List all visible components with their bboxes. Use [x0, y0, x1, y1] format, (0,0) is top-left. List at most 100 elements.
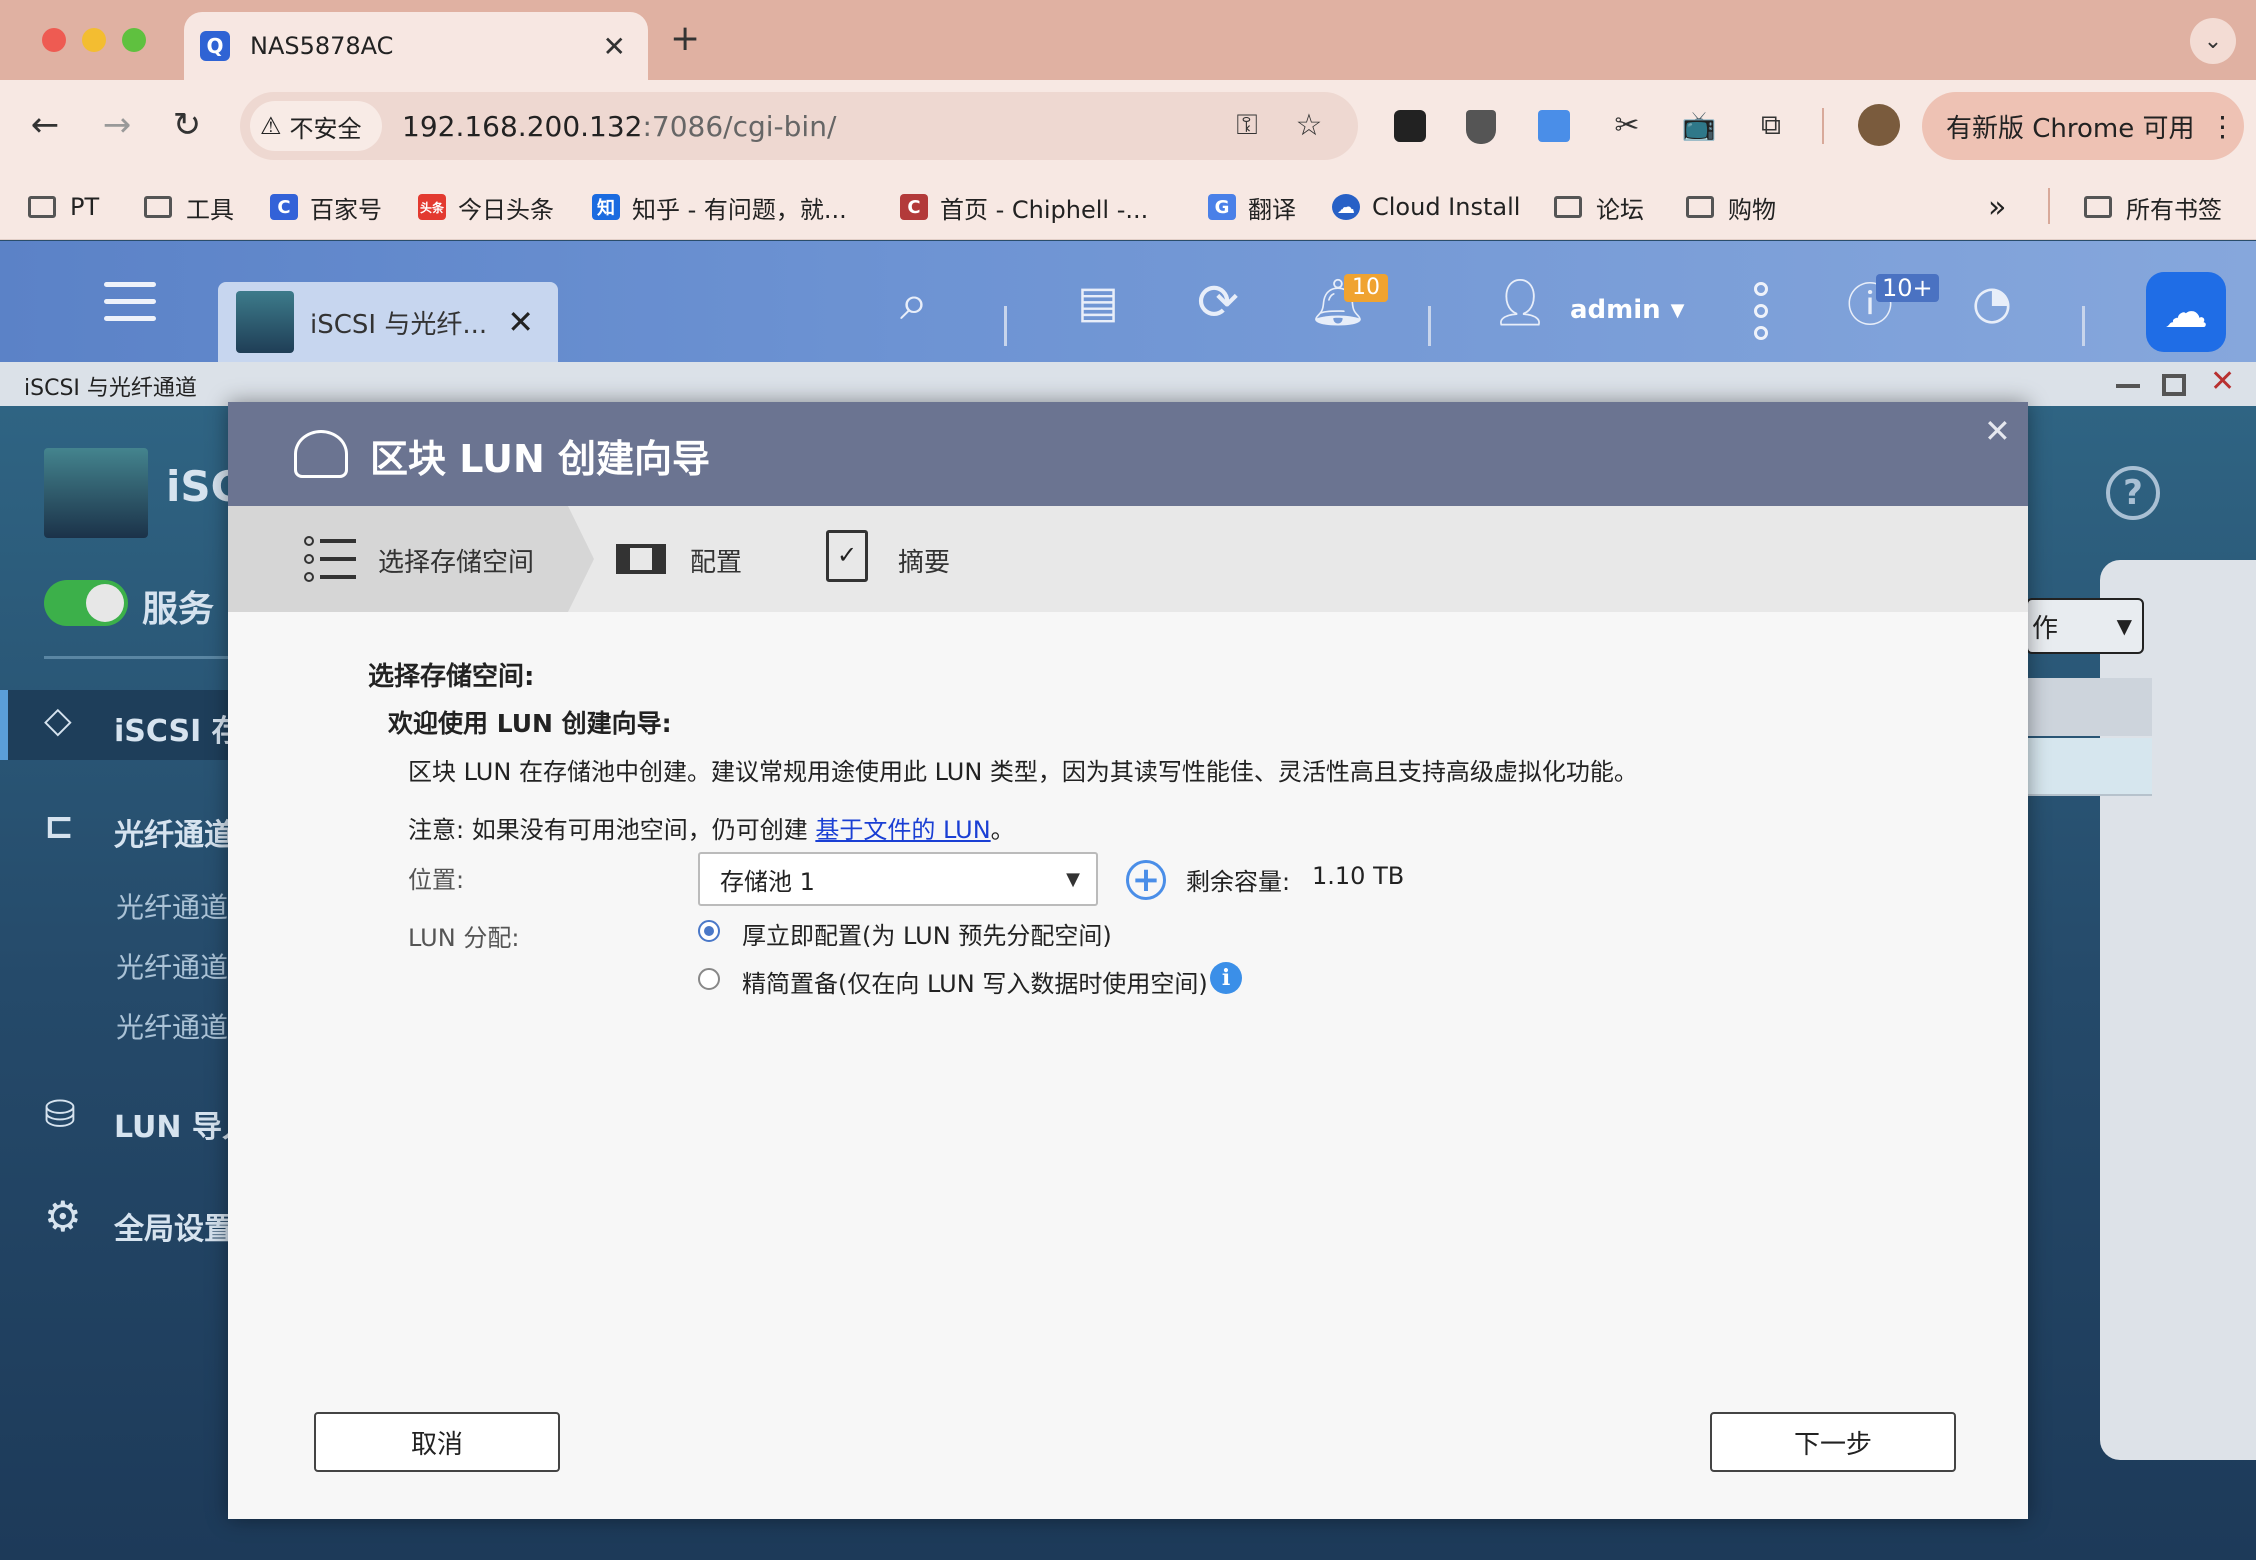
chrome-update-button[interactable]: 有新版 Chrome 可用 ⋮: [1922, 92, 2244, 160]
table-header-row: [2028, 678, 2152, 736]
step-arrow: [568, 506, 594, 612]
extension-shield-icon[interactable]: [1466, 110, 1496, 144]
user-menu[interactable]: admin ▼: [1570, 290, 1685, 330]
profile-avatar[interactable]: [1858, 104, 1900, 146]
resource-monitor-gauge-icon[interactable]: ◔: [1958, 268, 2026, 336]
help-icon[interactable]: ?: [2106, 466, 2160, 520]
bookmark-pt[interactable]: PT: [28, 174, 99, 240]
sidebar-item-fc[interactable]: 光纤通道: [114, 810, 234, 854]
sidebar-divider: [44, 656, 234, 659]
wizard-steps: 选择存储空间 配置 ✓ 摘要: [228, 506, 2028, 612]
qts-app-tab[interactable]: iSCSI 与光纤... ✕: [218, 282, 558, 362]
bookmark-baijiahao[interactable]: C 百家号: [270, 174, 382, 240]
wizard-close-icon[interactable]: ✕: [1984, 412, 2011, 450]
more-options-icon[interactable]: [1754, 282, 1770, 340]
top-bar-divider: [1428, 306, 1431, 346]
forward-icon[interactable]: →: [92, 100, 142, 150]
bookmark-chiphell[interactable]: C 首页 - Chiphell -...: [900, 174, 1148, 240]
chrome-update-label: 有新版 Chrome 可用: [1946, 113, 2195, 144]
extension-translate-icon[interactable]: [1538, 110, 1570, 142]
bookmark-zhihu[interactable]: 知知乎 - 有问题，就...: [592, 174, 847, 240]
sidebar-subitem-fc-2[interactable]: 光纤通道: [116, 946, 228, 986]
new-tab-icon[interactable]: +: [670, 18, 700, 59]
bookmark-tools[interactable]: 工具: [144, 174, 234, 240]
qts-app-tab-label: iSCSI 与光纤...: [310, 309, 488, 340]
bookmark-shopping[interactable]: 购物: [1686, 174, 1776, 240]
section-title: 选择存储空间:: [368, 662, 535, 692]
app-window-title: iSCSI 与光纤通道: [24, 376, 197, 401]
file-based-lun-link[interactable]: 基于文件的 LUN: [815, 816, 990, 844]
bookmark-forum[interactable]: 论坛: [1554, 174, 1644, 240]
back-icon[interactable]: ←: [20, 100, 70, 150]
maximize-window-button[interactable]: [122, 28, 146, 52]
bookmarks-overflow-icon[interactable]: »: [1988, 174, 2006, 240]
chrome-menu-icon: ⋮: [2208, 109, 2237, 143]
cancel-button[interactable]: 取消: [314, 1412, 560, 1472]
all-bookmarks-label: 所有书签: [2126, 195, 2222, 224]
top-bar-divider: [1004, 306, 1007, 346]
wizard-title: 区块 LUN 创建向导: [370, 437, 710, 481]
location-select[interactable]: 存储池 1 ▼: [698, 852, 1098, 906]
url-text[interactable]: 192.168.200.132:7086/cgi-bin/: [402, 101, 836, 151]
list-icon: [304, 536, 356, 582]
toutiao-icon: 头条: [418, 194, 446, 220]
app-close-icon[interactable]: ✕: [2210, 364, 2235, 399]
user-icon[interactable]: 👤︎: [1486, 268, 1554, 336]
action-dropdown[interactable]: 作 ▼: [2026, 598, 2144, 654]
bookmark-toutiao[interactable]: 头条 今日头条: [418, 174, 554, 240]
bookmark-label: 今日头条: [458, 195, 554, 224]
note-line: 注意: 如果没有可用池空间，仍可创建 基于文件的 LUN。: [408, 810, 1015, 845]
sidebar-item-global-settings[interactable]: 全局设置: [114, 1204, 234, 1248]
thick-provision-radio[interactable]: [698, 920, 720, 942]
bookmark-translate[interactable]: G 翻译: [1208, 174, 1296, 240]
table-row[interactable]: [2028, 738, 2152, 796]
security-chip[interactable]: ⚠ 不安全: [250, 101, 382, 151]
next-button[interactable]: 下一步: [1710, 1412, 1956, 1472]
myqnapcloud-icon[interactable]: ☁: [2146, 272, 2226, 352]
note-prefix: 注意: 如果没有可用池空间，仍可创建: [408, 816, 816, 844]
fibre-channel-icon: ⊏: [44, 806, 75, 847]
tab-close-icon[interactable]: ✕: [603, 30, 626, 63]
sidebar-subitem-fc-3[interactable]: 光纤通道: [116, 1006, 228, 1046]
location-label: 位置:: [408, 866, 465, 894]
username-label: admin: [1570, 295, 1661, 325]
extension-ghost-icon[interactable]: [1394, 110, 1426, 142]
zhihu-icon: 知: [592, 194, 620, 220]
tab-search-chevron-icon[interactable]: ⌄: [2190, 18, 2236, 64]
bookmark-label: 工具: [186, 195, 234, 224]
main-menu-icon[interactable]: [104, 282, 156, 321]
extension-crossed-icon[interactable]: ✂: [1602, 100, 1652, 150]
qts-tab-close-icon[interactable]: ✕: [507, 303, 534, 341]
sidebar-subitem-fc-1[interactable]: 光纤通道: [116, 886, 228, 926]
close-window-button[interactable]: [42, 28, 66, 52]
search-icon[interactable]: ⌕: [880, 268, 948, 336]
password-key-icon[interactable]: ⚿: [1222, 100, 1272, 150]
qnap-favicon-icon: Q: [200, 31, 230, 61]
lun-creation-wizard: 区块 LUN 创建向导 ✕ 选择存储空间 配置 ✓ 摘要 选择存储空间: 欢迎使…: [228, 402, 2028, 1519]
extension-tv-icon[interactable]: 📺: [1674, 100, 1724, 150]
bookmark-cloud-install[interactable]: ☁ Cloud Install: [1332, 174, 1520, 240]
folder-icon: [144, 196, 172, 218]
extensions-puzzle-icon[interactable]: ⧉: [1746, 100, 1796, 150]
bookmark-label: Cloud Install: [1372, 193, 1521, 221]
service-toggle[interactable]: [44, 580, 128, 626]
sync-icon[interactable]: ⟳: [1184, 268, 1252, 336]
all-bookmarks[interactable]: 所有书签: [2084, 174, 2222, 240]
reload-icon[interactable]: ↻: [162, 100, 212, 150]
bookmark-star-icon[interactable]: ☆: [1284, 100, 1334, 150]
thin-provision-radio[interactable]: [698, 968, 720, 990]
lun-import-icon: ⛁: [44, 1092, 76, 1136]
info-icon[interactable]: i: [1210, 962, 1242, 994]
remaining-capacity-value: 1.10 TB: [1312, 862, 1405, 890]
bookmark-label: 购物: [1728, 195, 1776, 224]
task-manager-icon[interactable]: ▤: [1064, 268, 1132, 336]
add-storage-pool-icon[interactable]: +: [1126, 860, 1166, 900]
browser-tab[interactable]: Q NAS5878AC ✕: [184, 12, 648, 80]
app-maximize-icon[interactable]: [2162, 374, 2186, 396]
app-window-titlebar: [0, 362, 2256, 406]
minimize-window-button[interactable]: [82, 28, 106, 52]
iscsi-diamond-icon: ◇: [44, 700, 72, 741]
app-minimize-icon[interactable]: [2116, 384, 2140, 388]
iscsi-app-logo-icon: [44, 448, 148, 538]
security-label: 不安全: [289, 114, 362, 143]
